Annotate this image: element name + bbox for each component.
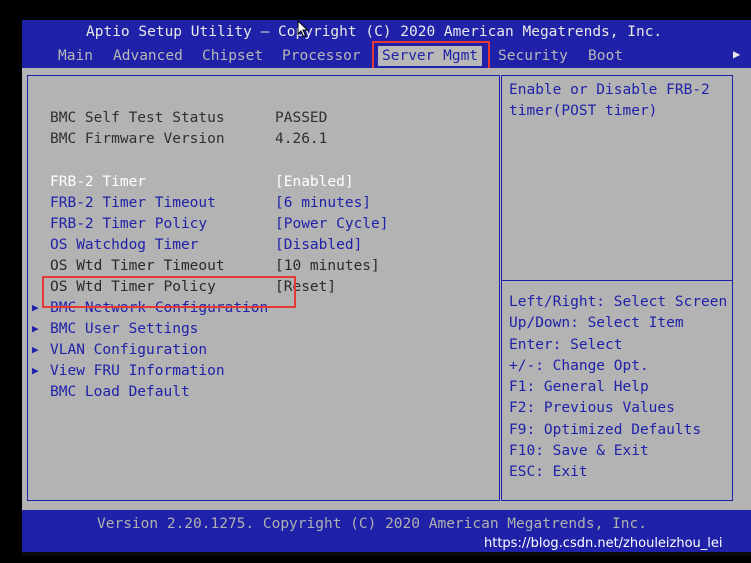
key-hint: Enter: Select — [509, 336, 623, 353]
watermark-text: https://blog.csdn.net/zhouleizhou_lei — [484, 536, 723, 551]
submenu-bmc-user-settings[interactable]: BMC User Settings — [50, 319, 198, 339]
os-wtd-timeout-row: OS Wtd Timer Timeout [10 minutes] — [50, 256, 380, 276]
tab-boot[interactable]: Boot — [588, 46, 623, 66]
bios-title: Aptio Setup Utility – Copyright (C) 2020… — [86, 24, 663, 40]
tab-chipset[interactable]: Chipset — [202, 46, 263, 66]
key-legend: Left/Right: Select Screen Up/Down: Selec… — [509, 292, 727, 484]
bios-screen: Aptio Setup Utility – Copyright (C) 2020… — [22, 20, 751, 556]
bmc-load-default[interactable]: BMC Load Default — [50, 382, 190, 402]
os-watchdog-label: OS Watchdog Timer — [50, 237, 199, 253]
bmc-firmware-label: BMC Firmware Version — [50, 131, 225, 147]
tab-security[interactable]: Security — [498, 46, 568, 66]
bmc-self-test-row: BMC Self Test Status PASSED — [50, 108, 327, 128]
key-hint: F2: Previous Values — [509, 400, 675, 417]
frb2-timer-value[interactable]: [Enabled] — [275, 172, 354, 192]
key-hint: +/-: Change Opt. — [509, 357, 649, 374]
submenu-arrow-icon: ▶ — [32, 322, 39, 335]
bmc-firmware-row: BMC Firmware Version 4.26.1 — [50, 129, 327, 149]
submenu-arrow-icon: ▶ — [32, 301, 39, 314]
os-wtd-timeout-label: OS Wtd Timer Timeout — [50, 258, 225, 274]
bmc-firmware-value: 4.26.1 — [275, 131, 328, 147]
key-hint: F10: Save & Exit — [509, 443, 649, 460]
submenu-vlan-configuration[interactable]: VLAN Configuration — [50, 340, 207, 360]
os-watchdog-row[interactable]: OS Watchdog Timer [Disabled] — [50, 235, 362, 255]
key-hint: Up/Down: Select Item — [509, 315, 684, 332]
version-text: Version 2.20.1275. Copyright (C) 2020 Am… — [97, 516, 647, 532]
help-pane: Enable or Disable FRB-2 timer(POST timer… — [501, 75, 733, 501]
help-description: Enable or Disable FRB-2 timer(POST timer… — [509, 82, 710, 119]
tab-processor[interactable]: Processor — [282, 46, 361, 66]
frb2-timeout-label: FRB-2 Timer Timeout — [50, 195, 216, 211]
right-arrow-icon[interactable]: ▶ — [733, 47, 740, 61]
submenu-arrow-icon: ▶ — [32, 364, 39, 377]
help-divider — [502, 280, 732, 281]
submenu-highlight-box — [42, 276, 296, 308]
bmc-self-test-value: PASSED — [275, 110, 328, 126]
key-hint: ESC: Exit — [509, 464, 588, 481]
frb2-policy-row[interactable]: FRB-2 Timer Policy [Power Cycle] — [50, 214, 389, 234]
frb2-policy-label: FRB-2 Timer Policy — [50, 216, 208, 232]
submenu-view-fru[interactable]: View FRU Information — [50, 361, 225, 381]
frb2-timer-row[interactable]: FRB-2 Timer [Enabled] — [50, 172, 354, 192]
frb2-timeout-value[interactable]: [6 minutes] — [275, 193, 371, 213]
tab-advanced[interactable]: Advanced — [113, 46, 183, 66]
key-hint: F9: Optimized Defaults — [509, 421, 702, 438]
key-hint: F1: General Help — [509, 379, 649, 396]
mouse-cursor-icon — [297, 20, 309, 38]
submenu-arrow-icon: ▶ — [32, 343, 39, 356]
frb2-timer-label: FRB-2 Timer — [50, 174, 147, 190]
frb2-timeout-row[interactable]: FRB-2 Timer Timeout [6 minutes] — [50, 193, 371, 213]
bmc-self-test-label: BMC Self Test Status — [50, 110, 225, 126]
os-wtd-timeout-value: [10 minutes] — [275, 258, 380, 274]
os-watchdog-value[interactable]: [Disabled] — [275, 235, 362, 255]
key-hint: Left/Right: Select Screen — [509, 294, 728, 310]
frb2-policy-value[interactable]: [Power Cycle] — [275, 214, 389, 234]
tab-main[interactable]: Main — [58, 46, 93, 66]
